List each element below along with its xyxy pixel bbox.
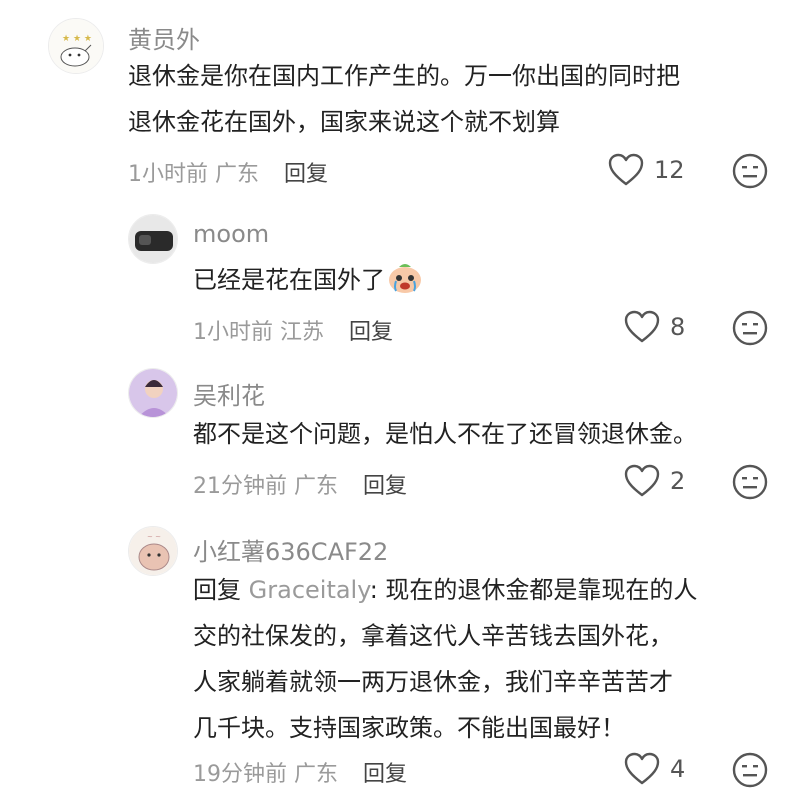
avatar[interactable]: ~ ~ <box>128 526 178 576</box>
reply-target-username[interactable]: Graceitaly <box>249 576 370 604</box>
like-button[interactable]: 4 <box>624 752 685 786</box>
username[interactable]: 吴利花 <box>193 376 265 411</box>
neutral-face-icon[interactable] <box>732 752 768 792</box>
comment-text-line: : 现在的退休金都是靠现在的人 <box>369 576 698 604</box>
comment-text-line: 都不是这个问题，是怕人不在了还冒领退休金。 <box>193 420 697 448</box>
comment-text-line: 人家躺着就领一两万退休金，我们辛辛苦苦才 <box>193 668 673 696</box>
comment-text-line: 已经是花在国外了 <box>193 266 385 294</box>
comment-text: 已经是花在国外了 <box>193 260 423 306</box>
like-count: 12 <box>654 156 685 184</box>
reply-button[interactable]: 回复 <box>349 320 393 345</box>
reply-button[interactable]: 回复 <box>363 762 407 787</box>
crying-face-emoji <box>387 262 423 306</box>
heart-outline-icon <box>624 310 660 344</box>
reply-prefix: 回复 <box>193 576 249 604</box>
comment-location: 广东 <box>215 162 260 187</box>
comment-text-line: 几千块。支持国家政策。不能出国最好！ <box>193 714 625 742</box>
comment-meta: 1小时前 广东 回复 <box>128 156 328 188</box>
like-button[interactable]: 2 <box>624 464 685 498</box>
like-count: 4 <box>670 755 686 783</box>
svg-text:~ ~: ~ ~ <box>147 533 161 541</box>
username[interactable]: moom <box>193 220 269 248</box>
comment-meta: 19分钟前 广东 回复 <box>193 756 407 788</box>
neutral-face-icon[interactable] <box>732 464 768 504</box>
heart-outline-icon <box>624 464 660 498</box>
svg-text:★ ★ ★: ★ ★ ★ <box>62 34 92 44</box>
comment-time: 1小时前 <box>128 162 208 187</box>
like-button[interactable]: 8 <box>624 310 685 344</box>
comment-meta: 21分钟前 广东 回复 <box>193 468 407 500</box>
reply-button[interactable]: 回复 <box>363 474 407 499</box>
neutral-face-icon[interactable] <box>732 310 768 350</box>
comment-meta: 1小时前 江苏 回复 <box>193 314 393 346</box>
comment-location: 广东 <box>294 762 339 787</box>
avatar[interactable]: ★ ★ ★ <box>48 18 104 74</box>
heart-outline-icon <box>608 153 644 187</box>
comment-time: 21分钟前 <box>193 474 287 499</box>
username[interactable]: 黄员外 <box>128 20 200 55</box>
heart-outline-icon <box>624 752 660 786</box>
like-count: 8 <box>670 313 686 341</box>
like-button[interactable]: 12 <box>608 153 685 187</box>
comment-item: moom 已经是花在国外了 1小时前 江苏 回复 8 <box>0 200 800 360</box>
avatar[interactable] <box>128 214 178 264</box>
reply-button[interactable]: 回复 <box>284 162 328 187</box>
like-count: 2 <box>670 467 686 495</box>
comment-time: 1小时前 <box>193 320 273 345</box>
comment-text-line: 交的社保发的，拿着这代人辛苦钱去国外花， <box>193 622 673 650</box>
comment-item: 吴利花 都不是这个问题，是怕人不在了还冒领退休金。 21分钟前 广东 回复 2 <box>0 356 800 516</box>
username[interactable]: 小红薯636CAF22 <box>193 532 388 567</box>
comment-text-line: 退休金花在国外，国家来说这个就不划算 <box>128 108 560 136</box>
comment-location: 广东 <box>294 474 339 499</box>
comment-time: 19分钟前 <box>193 762 287 787</box>
avatar[interactable] <box>128 368 178 418</box>
comment-item: ~ ~ 小红薯636CAF22 回复 Graceitaly: 现在的退休金都是靠… <box>0 512 800 794</box>
comment-text-line: 退休金是你在国内工作产生的。万一你出国的同时把 <box>128 62 680 90</box>
comment-location: 江苏 <box>280 320 325 345</box>
comment-text: 回复 Graceitaly: 现在的退休金都是靠现在的人 <box>193 570 697 610</box>
comment-item: ★ ★ ★ 黄员外 退休金是你在国内工作产生的。万一你出国的同时把 退休金花在国… <box>0 0 800 200</box>
neutral-face-icon[interactable] <box>732 153 768 193</box>
